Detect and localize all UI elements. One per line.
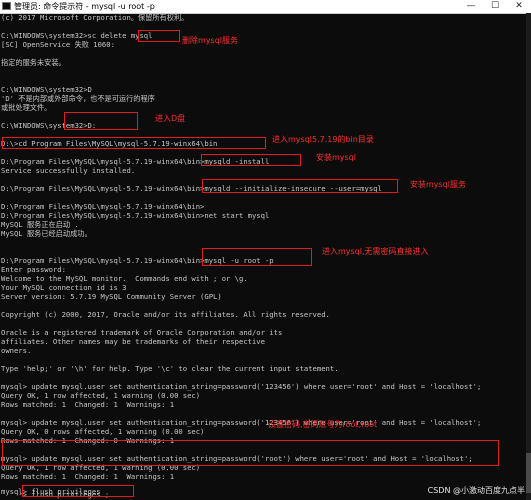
console-line: 或批处理文件。	[1, 103, 52, 112]
highlight-mysqld-initialize	[202, 179, 398, 193]
console-line: Copyright (c) 2000, 2017, Oracle and/or …	[1, 310, 330, 319]
window-title: 管理员: 命令提示符 - mysql -u root -p	[14, 2, 155, 11]
note-install-service: 安装mysql服务	[410, 180, 466, 189]
console-line: owners.	[1, 346, 32, 355]
note-enter-d: 进入D盘	[155, 114, 186, 123]
highlight-update-root	[2, 440, 499, 466]
highlight-mysql-login	[202, 248, 312, 266]
scrollbar-thumb[interactable]	[526, 453, 531, 493]
console-line: MySQL 服务已经启动成功。	[1, 229, 92, 238]
maximize-button[interactable]: ☐	[482, 0, 508, 13]
minimize-button[interactable]: —	[458, 0, 484, 13]
csdn-watermark: CSDN @小激动百度九点半	[427, 486, 525, 495]
highlight-mysqld-install	[201, 154, 301, 166]
console-line: Service successfully installed.	[1, 166, 136, 175]
highlight-flush-privileges	[22, 485, 134, 497]
console-line: affiliates. Other names may be trademark…	[1, 337, 265, 346]
console-line: Rows matched: 1 Changed: 1 Warnings: 1	[1, 472, 175, 481]
note-install-mysql: 安装mysql	[316, 153, 356, 162]
close-button[interactable]: ✕	[506, 0, 531, 13]
note-login-no-password: 进入mysql,无需密码直接进入	[322, 247, 429, 256]
console-line: Server version: 5.7.19 MySQL Community S…	[1, 292, 222, 301]
cmd-app-icon	[2, 2, 11, 10]
console-line: (c) 2017 Microsoft Corporation。保留所有权利。	[1, 13, 189, 22]
highlight-d-drive	[64, 112, 138, 130]
console-line: Rows matched: 1 Changed: 1 Warnings: 1	[1, 400, 175, 409]
note-delete-service: 删除mysql服务	[182, 36, 238, 45]
highlight-sc-delete	[138, 30, 180, 42]
window-titlebar: 管理员: 命令提示符 - mysql -u root -p — ☐ ✕	[0, 0, 531, 14]
note-enter-bin: 进入mysql5.7.19的bin目录	[272, 135, 374, 144]
highlight-cd-bin	[2, 137, 266, 149]
console-line: [SC] OpenService 失败 1060:	[1, 40, 115, 49]
console-line: 指定的服务未安装。	[1, 58, 66, 67]
note-set-password: 设置密码,密码账号为root,root	[268, 420, 378, 429]
console-line: Type 'help;' or '\h' for help. Type '\c'…	[1, 364, 339, 373]
console-scrollbar[interactable]	[526, 13, 531, 500]
